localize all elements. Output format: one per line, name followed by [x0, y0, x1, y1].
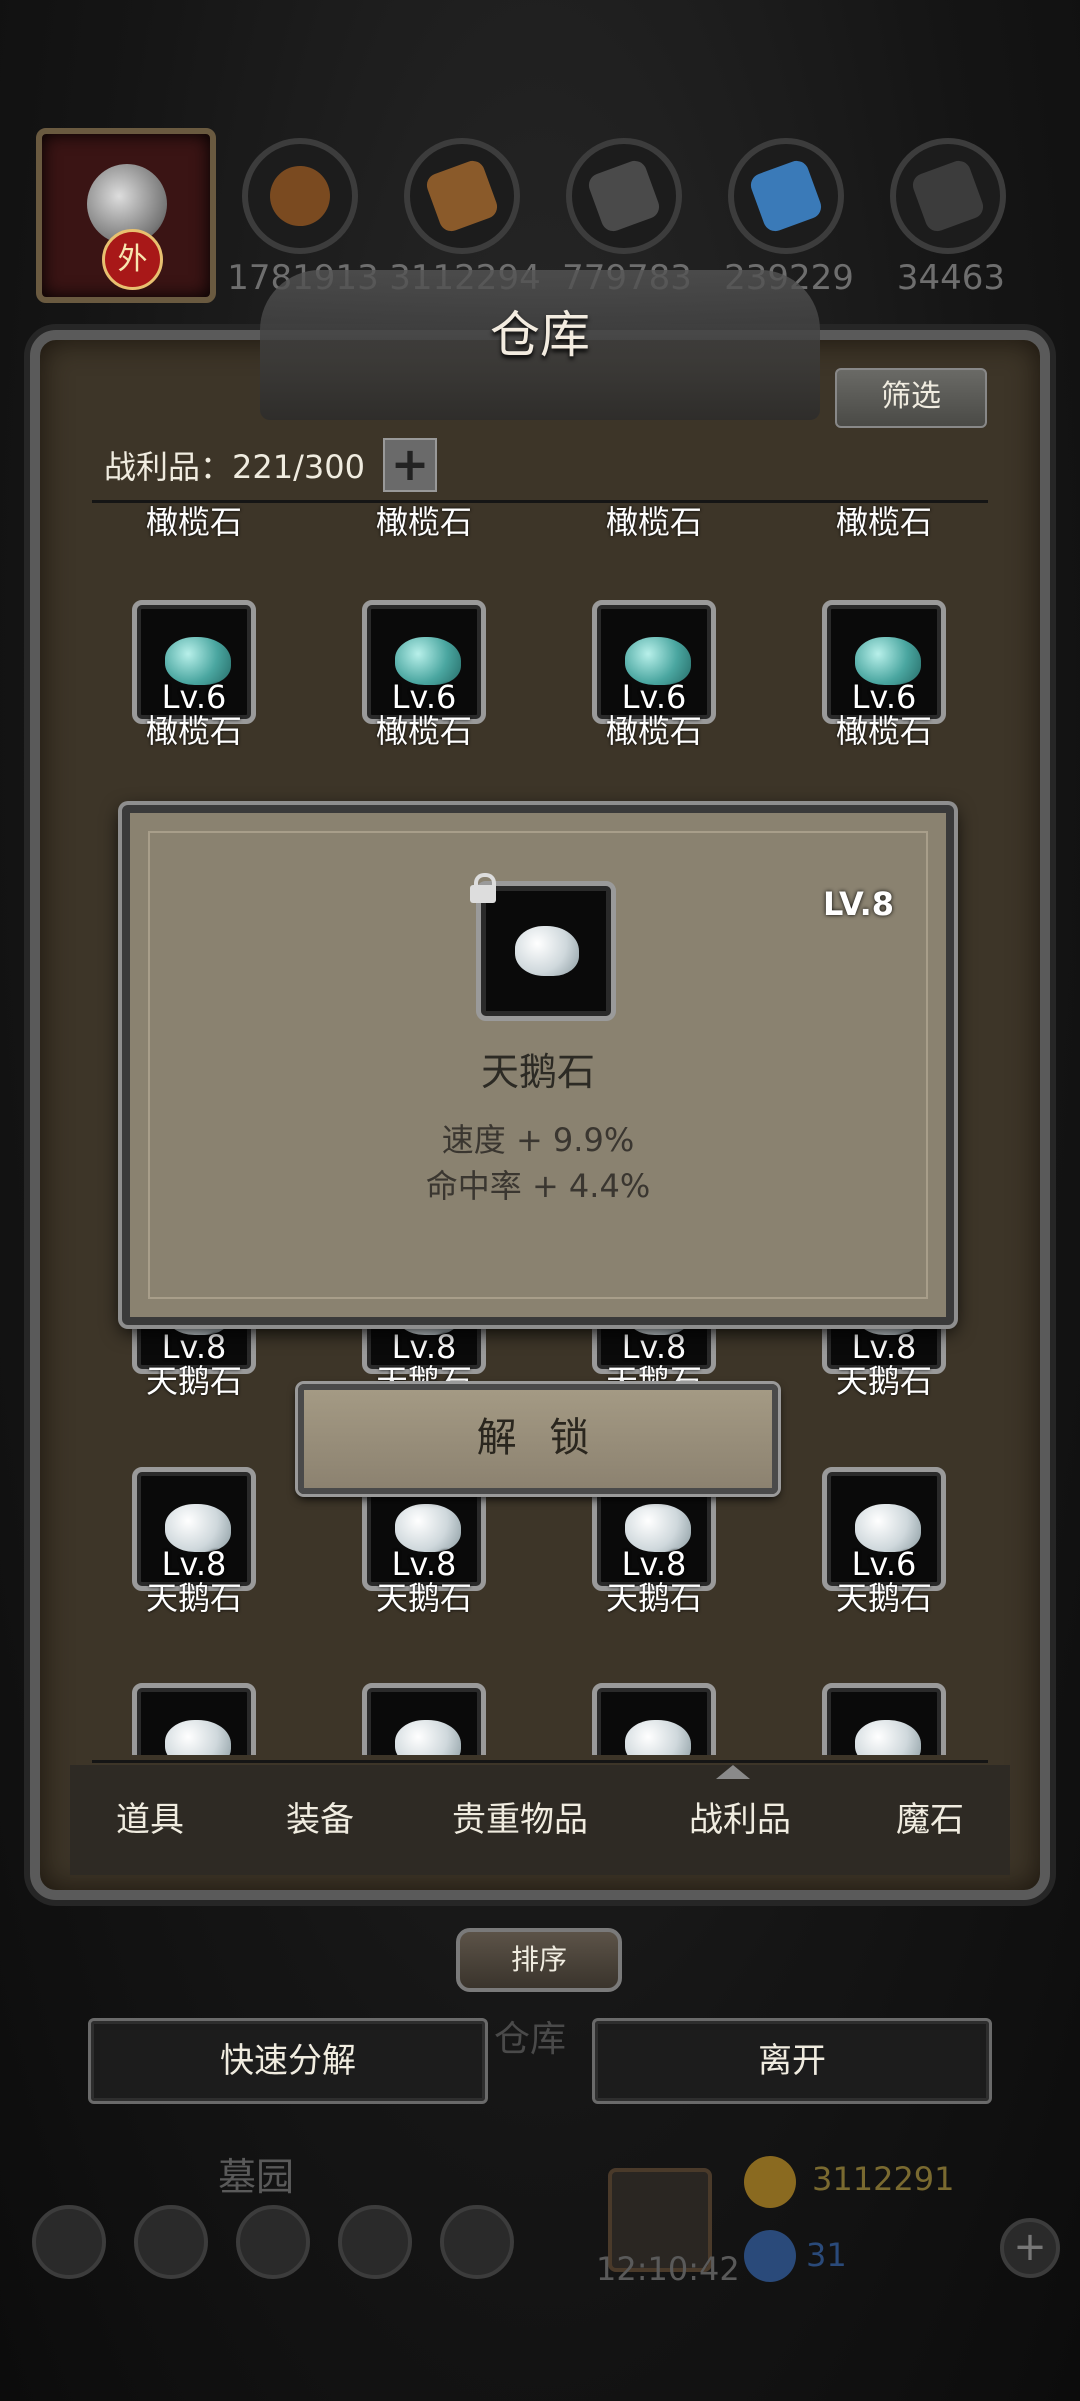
resource-bread[interactable] — [242, 138, 358, 254]
gear-icon[interactable] — [32, 2205, 106, 2279]
resource-stone[interactable] — [566, 138, 682, 254]
item-name: 天鹅石 — [375, 1579, 472, 1617]
item-slot[interactable]: Lv.6 天鹅石 — [822, 1467, 952, 1617]
divider — [92, 500, 988, 503]
item-name: 天鹅石 — [835, 1362, 932, 1400]
wood-icon — [423, 157, 501, 235]
swan-stone-icon — [395, 1720, 461, 1755]
resource-wood[interactable] — [404, 138, 520, 254]
swan-stone-icon — [165, 1720, 231, 1755]
active-tab-indicator — [716, 1765, 750, 1779]
item-stat: 命中率 + 4.4% — [425, 1167, 651, 1205]
player-portrait[interactable]: 外 — [36, 128, 216, 303]
category-tabs: 道具 装备 贵重物品 战利品 魔石 — [70, 1765, 1010, 1875]
swan-stone-icon — [855, 1720, 921, 1755]
portrait-badge: 外 — [102, 229, 163, 290]
gold-amount: 3112291 — [812, 2160, 955, 2198]
item-name: 橄榄石 — [145, 505, 242, 541]
bread-icon — [261, 157, 339, 235]
item-slot[interactable] — [592, 1683, 722, 1755]
castle-icon[interactable] — [236, 2205, 310, 2279]
stone-icon — [585, 157, 663, 235]
item-name: 天鹅石 — [835, 1579, 932, 1617]
tab-valuables[interactable]: 贵重物品 — [410, 1765, 630, 1875]
divider — [92, 1760, 988, 1763]
page-title: 仓库 — [490, 306, 590, 364]
quick-decompose-button[interactable]: 快速分解 — [88, 2018, 488, 2104]
unlock-button[interactable]: 解 锁 — [298, 1384, 778, 1494]
resource-crystal[interactable] — [728, 138, 844, 254]
item-name: 橄榄石 — [375, 505, 472, 541]
item-slot[interactable]: Lv.6 橄榄石 — [132, 600, 262, 750]
swan-stone-icon — [515, 926, 579, 976]
item-slot[interactable]: Lv.6 橄榄石 — [362, 600, 492, 750]
swan-stone-icon — [625, 1720, 691, 1755]
tab-loot[interactable]: 战利品 — [630, 1765, 850, 1875]
item-name: 天鹅石 — [145, 1579, 242, 1617]
tab-equipment[interactable]: 装备 — [230, 1765, 410, 1875]
item-slot[interactable]: Lv.6 橄榄石 — [592, 600, 722, 750]
mail-icon[interactable] — [338, 2205, 412, 2279]
resource-value: 34463 — [896, 258, 1006, 298]
item-slot[interactable] — [132, 1683, 262, 1755]
gem-icon — [744, 2230, 796, 2282]
gold-coin-icon — [744, 2156, 796, 2208]
background-label: 仓库 — [494, 2019, 567, 2060]
item-slot[interactable]: Lv.8 天鹅石 — [132, 1467, 262, 1617]
item-frame — [592, 1683, 716, 1755]
star-icon[interactable] — [134, 2205, 208, 2279]
item-name: 天鹅石 — [480, 1050, 595, 1094]
item-frame — [132, 1683, 256, 1755]
filter-button[interactable]: 筛选 — [835, 368, 987, 428]
tab-magic-stones[interactable]: 魔石 — [850, 1765, 1010, 1875]
iron-icon — [909, 157, 987, 235]
expand-capacity-button[interactable]: + — [383, 438, 437, 492]
item-name: 橄榄石 — [835, 505, 932, 541]
lock-icon — [468, 873, 498, 903]
timer: 12:10:42 — [596, 2250, 740, 2288]
item-name: 橄榄石 — [375, 712, 472, 750]
item-frame — [362, 1683, 486, 1755]
gem-amount: 31 — [806, 2236, 847, 2274]
item-level: LV.8 — [822, 885, 894, 923]
item-stat: 速度 + 9.9% — [441, 1121, 635, 1159]
item-slot[interactable] — [362, 1683, 492, 1755]
item-name: 橄榄石 — [605, 505, 702, 541]
add-currency-button[interactable]: + — [1000, 2218, 1060, 2278]
item-name: 橄榄石 — [145, 712, 242, 750]
item-name: 橄榄石 — [835, 712, 932, 750]
item-slot[interactable] — [822, 1683, 952, 1755]
item-name: 天鹅石 — [605, 1579, 702, 1617]
item-frame — [822, 1683, 946, 1755]
crystal-icon — [747, 157, 825, 235]
puzzle-icon[interactable] — [440, 2205, 514, 2279]
item-slot[interactable]: Lv.6 橄榄石 — [822, 600, 952, 750]
inventory-count: 战利品：221/300 — [104, 448, 365, 486]
resource-iron[interactable] — [890, 138, 1006, 254]
item-detail-popup: LV.8 天鹅石 速度 + 9.9% 命中率 + 4.4% — [122, 805, 954, 1325]
item-name: 天鹅石 — [145, 1362, 242, 1400]
leave-button[interactable]: 离开 — [592, 2018, 992, 2104]
item-name: 橄榄石 — [605, 712, 702, 750]
sort-button[interactable]: 排序 — [456, 1928, 622, 1992]
area-label: 墓园 — [218, 2155, 295, 2199]
tab-items[interactable]: 道具 — [70, 1765, 230, 1875]
